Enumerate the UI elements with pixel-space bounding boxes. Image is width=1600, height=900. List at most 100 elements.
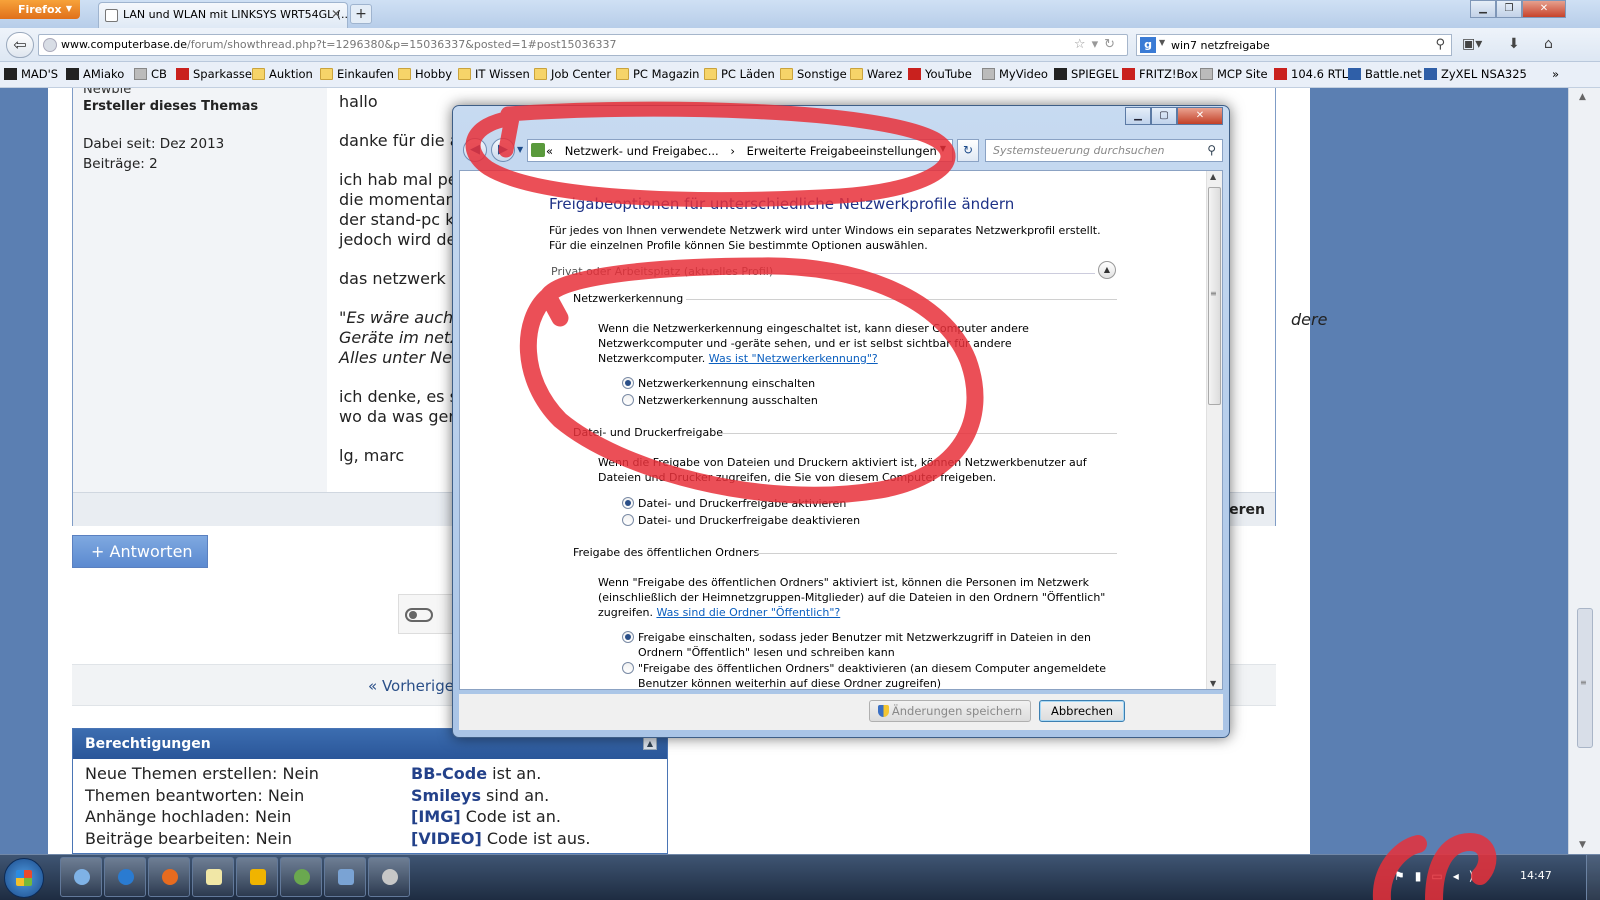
taskbar-app-explorer[interactable] — [60, 857, 102, 897]
bookmark-sparkasse[interactable]: Sparkasse — [176, 67, 252, 81]
fileprint-off-radio[interactable]: Datei- und Druckerfreigabe deaktivieren — [622, 513, 860, 528]
fileprint-on-radio[interactable]: Datei- und Druckerfreigabe aktivieren — [622, 496, 846, 511]
content-scrollbar[interactable]: ▲ ≡ ▼ — [1206, 171, 1222, 689]
scroll-down-icon[interactable]: ▼ — [1579, 840, 1586, 850]
discovery-on-radio[interactable]: Netzwerkerkennung einschalten — [622, 376, 815, 391]
bookmark-folder-pc-laeden[interactable]: PC Läden — [704, 67, 775, 81]
breadcrumb-advanced-sharing[interactable]: Erweiterte Freigabeeinstellungen — [747, 144, 937, 158]
restore-window-button[interactable]: ❐ — [1496, 0, 1522, 18]
bookmark-star-icon[interactable]: ☆▾↻ — [1074, 37, 1121, 52]
video-code-link[interactable]: [VIDEO] — [411, 829, 482, 848]
show-desktop-button[interactable] — [1586, 855, 1600, 900]
back-arrow-icon[interactable]: ◀ — [463, 138, 487, 162]
taskbar-app-control-panel[interactable] — [324, 857, 366, 897]
taskbar-app-notes[interactable] — [192, 857, 234, 897]
close-window-button[interactable]: ✕ — [1522, 0, 1566, 18]
collapse-icon[interactable]: ▲ — [643, 737, 657, 750]
reply-button[interactable]: + Antworten — [72, 535, 208, 568]
collapse-profile-icon[interactable]: ▲ — [1098, 261, 1116, 279]
bookmark-myvideo[interactable]: MyVideo — [982, 67, 1048, 81]
taskbar-clock[interactable]: 14:47 — [1520, 869, 1552, 882]
bookmark-rtl-radio[interactable]: 104.6 RTL — [1274, 67, 1348, 81]
radio-selected-icon[interactable] — [622, 497, 634, 509]
page-scrollbar[interactable]: ▲ ≡ ▼ — [1568, 88, 1600, 854]
bookmark-mcp-site[interactable]: MCP Site — [1200, 67, 1268, 81]
address-dropdown-icon[interactable]: ▼ — [940, 144, 946, 153]
bookmark-folder-warez[interactable]: Warez — [850, 67, 902, 81]
scroll-down-icon[interactable]: ▼ — [1210, 679, 1216, 688]
close-tab-icon[interactable]: ✕ — [331, 7, 341, 21]
bookmark-fritzbox[interactable]: FRITZ!Box — [1122, 67, 1198, 81]
scroll-up-icon[interactable]: ▲ — [1579, 92, 1586, 102]
profile-header[interactable]: Privat oder Arbeitsplatz (aktuelles Prof… — [551, 265, 1117, 279]
bookmark-folder-einkaufen[interactable]: Einkaufen — [320, 67, 394, 81]
control-panel-search[interactable]: Systemsteuerung durchsuchen ⚲ — [985, 139, 1223, 162]
breadcrumb-network-center[interactable]: Netzwerk- und Freigabec... — [565, 144, 719, 158]
taskbar-app-media[interactable] — [280, 857, 322, 897]
bb-code-link[interactable]: BB-Code — [411, 764, 487, 783]
bookmark-folder-auktion[interactable]: Auktion — [252, 67, 313, 81]
search-engine-dropdown-icon[interactable]: ▼ — [1159, 38, 1165, 47]
scroll-up-icon[interactable]: ▲ — [1210, 172, 1216, 181]
back-button[interactable]: ⇦ — [6, 32, 34, 58]
img-code-link[interactable]: [IMG] — [411, 807, 461, 826]
save-changes-button[interactable]: Änderungen speichern — [869, 700, 1031, 722]
public-folder-on-radio[interactable]: Freigabe einschalten, sodass jeder Benut… — [622, 630, 1112, 660]
radio-unselected-icon[interactable] — [622, 514, 634, 526]
bookmark-amiako[interactable]: AMiako — [66, 67, 124, 81]
toggle-switch-icon[interactable] — [405, 608, 433, 622]
bookmark-folder-hobby[interactable]: Hobby — [398, 67, 452, 81]
breadcrumb-separator[interactable]: › — [730, 144, 735, 158]
bookmark-battlenet[interactable]: Battle.net — [1348, 67, 1422, 81]
url-bar[interactable]: www.computerbase.de/forum/showthread.php… — [38, 34, 1128, 56]
bookmark-zyxel[interactable]: ZyXEL NSA325 — [1424, 67, 1527, 81]
bookmark-cb[interactable]: CB — [134, 67, 167, 81]
notification-area-icons[interactable]: ⚑▮▭◂) — [1394, 869, 1483, 883]
bookmark-mads[interactable]: MAD'S — [4, 67, 58, 81]
minimize-window-button[interactable]: ▁ — [1470, 0, 1496, 18]
site-identity-icon[interactable] — [43, 38, 57, 52]
discovery-help-link[interactable]: Was ist "Netzwerkerkennung"? — [709, 352, 878, 365]
taskbar-app-ie[interactable] — [104, 857, 146, 897]
google-icon[interactable]: g — [1140, 37, 1156, 53]
dialog-maximize-button[interactable]: ▢ — [1151, 107, 1177, 125]
download-icon[interactable]: ⬇ — [1508, 36, 1520, 52]
firefox-menu-button[interactable]: Firefox ▼ — [0, 0, 80, 19]
radio-unselected-icon[interactable] — [622, 394, 634, 406]
cancel-button[interactable]: Abbrechen — [1039, 700, 1125, 722]
post-action-link[interactable]: eren — [1229, 502, 1265, 518]
bookmark-youtube[interactable]: YouTube — [908, 67, 972, 81]
bookmark-folder-sonstige[interactable]: Sonstige — [780, 67, 847, 81]
bookmark-folder-it-wissen[interactable]: IT Wissen — [458, 67, 530, 81]
start-button[interactable] — [4, 858, 44, 898]
forward-arrow-icon[interactable]: ▶ — [491, 138, 515, 162]
address-breadcrumb[interactable]: « Netzwerk- und Freigabec... › Erweitert… — [527, 139, 953, 162]
bookmark-spiegel[interactable]: SPIEGEL — [1054, 67, 1118, 81]
bookmarks-overflow-icon[interactable]: » — [1552, 67, 1559, 81]
radio-selected-icon[interactable] — [622, 631, 634, 643]
discovery-off-radio[interactable]: Netzwerkerkennung ausschalten — [622, 393, 818, 408]
taskbar-app-outlook[interactable] — [236, 857, 278, 897]
home-icon[interactable]: ⌂ — [1544, 36, 1553, 52]
new-tab-button[interactable]: + — [350, 4, 372, 24]
dialog-minimize-button[interactable]: ▁ — [1125, 107, 1151, 125]
previous-thread-link[interactable]: « Vorherige — [368, 677, 454, 695]
radio-selected-icon[interactable] — [622, 377, 634, 389]
public-folder-help-link[interactable]: Was sind die Ordner "Öffentlich"? — [656, 606, 840, 619]
screenshot-addon-icon[interactable]: ▣▾ — [1462, 36, 1482, 52]
bookmark-folder-job-center[interactable]: Job Center — [534, 67, 611, 81]
smileys-link[interactable]: Smileys — [411, 786, 481, 805]
dialog-close-button[interactable]: ✕ — [1177, 107, 1223, 125]
search-icon[interactable]: ⚲ — [1207, 143, 1216, 157]
public-folder-off-radio[interactable]: "Freigabe des öffentlichen Ordners" deak… — [622, 661, 1112, 689]
taskbar-app-network[interactable] — [368, 857, 410, 897]
radio-unselected-icon[interactable] — [622, 662, 634, 674]
taskbar-app-firefox[interactable] — [148, 857, 190, 897]
view-toggle[interactable] — [398, 594, 458, 634]
search-bar[interactable]: g ▼ win7 netzfreigabe ⚲ — [1136, 34, 1452, 56]
refresh-button[interactable]: ↻ — [957, 139, 979, 162]
bookmark-folder-pc-magazin[interactable]: PC Magazin — [616, 67, 699, 81]
search-icon[interactable]: ⚲ — [1435, 37, 1445, 52]
recent-pages-dropdown-icon[interactable]: ▼ — [517, 145, 523, 154]
browser-tab[interactable]: LAN und WLAN mit LINKSYS WRT54GL (... ✕ — [98, 2, 348, 28]
